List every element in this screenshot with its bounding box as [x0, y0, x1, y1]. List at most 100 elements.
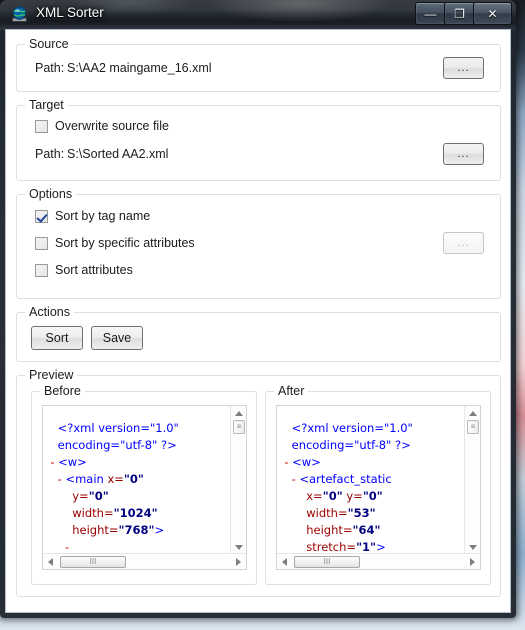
xml-token-tg: <w> — [292, 455, 321, 469]
source-browse-button[interactable]: ... — [443, 57, 484, 79]
xml-token-mn: - — [64, 540, 70, 554]
option-sort-by-tag-name-label: Sort by tag name — [55, 209, 151, 223]
xml-token-at: width= — [72, 506, 114, 520]
xml-line: height="64" — [277, 522, 480, 539]
xml-token-vl: "0" — [123, 472, 144, 486]
before-scroll-up-icon[interactable] — [235, 411, 243, 416]
before-horizontal-scroll-thumb[interactable]: III — [60, 556, 126, 568]
xml-token-tg: > — [154, 523, 165, 537]
target-path-label: Path: — [35, 147, 65, 161]
option-sort-by-specific-attributes-row[interactable]: Sort by specific attributes — [35, 236, 195, 250]
source-legend: Source — [25, 37, 73, 51]
preview-group: Preview Before <?xml version="1.0" encod… — [16, 368, 501, 597]
sort-button[interactable]: Sort — [31, 326, 83, 350]
target-browse-button[interactable]: ... — [443, 143, 484, 165]
xml-line: width="1024" — [43, 505, 246, 522]
source-group: Source Path: S:\AA2 maingame_16.xml ... — [16, 37, 501, 92]
after-xml-text: <?xml version="1.0" encoding="utf-8" ?> … — [277, 406, 480, 569]
before-vertical-scroll-thumb[interactable]: ≡ — [233, 420, 245, 434]
after-xml-pane[interactable]: <?xml version="1.0" encoding="utf-8" ?> … — [276, 405, 481, 570]
xml-line: height="768"> — [43, 522, 246, 539]
xml-token-tg: encoding="utf-8" ?> — [291, 438, 411, 452]
xml-token-sp — [43, 540, 65, 554]
xml-token-vl: "0" — [88, 489, 109, 503]
xml-token-sp — [277, 540, 306, 554]
app-window: XML Sorter — ❐ ✕ Source Path: S:\AA2 mai… — [0, 0, 516, 618]
options-legend: Options — [25, 187, 77, 201]
minimize-button[interactable]: — — [415, 2, 446, 25]
xml-token-sp — [43, 489, 72, 503]
xml-token-tg: <w> — [58, 455, 87, 469]
xml-token-at: y= — [72, 489, 89, 503]
target-group: Target Overwrite source file Path: S:\So… — [16, 98, 501, 181]
xml-line: x="0" y="0" — [277, 488, 480, 505]
xml-token-vl: "768" — [118, 523, 155, 537]
overwrite-source-checkbox[interactable] — [35, 119, 48, 133]
xml-token-vl: "53" — [347, 506, 376, 520]
xml-token-vl: "64" — [352, 523, 381, 537]
target-path-value: S:\Sorted AA2.xml — [67, 147, 169, 161]
maximize-button[interactable]: ❐ — [444, 2, 475, 25]
close-icon: ✕ — [487, 6, 498, 21]
actions-legend: Actions — [25, 305, 74, 319]
xml-line: - <w> — [277, 454, 480, 471]
before-scroll-down-icon[interactable] — [235, 545, 243, 550]
xml-token-vl: "1" — [356, 540, 377, 554]
xml-token-tg: <?xml version="1.0" — [57, 421, 179, 435]
window-title: XML Sorter — [36, 5, 104, 20]
before-hscroll-grip-icon: III — [89, 557, 97, 566]
xml-token-sp — [43, 472, 58, 486]
after-scroll-up-icon[interactable] — [469, 411, 477, 416]
globe-icon — [12, 6, 27, 22]
xml-token-sp — [43, 421, 58, 435]
before-horizontal-scrollbar[interactable]: III — [43, 553, 246, 569]
after-vertical-scroll-thumb[interactable]: ≡ — [467, 420, 479, 434]
xml-token-at: height= — [72, 523, 119, 537]
preview-after-group: After <?xml version="1.0" encoding="utf-… — [265, 384, 491, 585]
before-xml-pane[interactable]: <?xml version="1.0" encoding="utf-8" ?> … — [42, 405, 247, 570]
option-sort-attributes-checkbox[interactable] — [35, 263, 48, 277]
xml-token-sp — [43, 506, 72, 520]
close-button[interactable]: ✕ — [473, 2, 512, 25]
xml-line: y="0" — [43, 488, 246, 505]
options-group: Options Sort by tag name Sort by specifi… — [16, 187, 501, 299]
client-area: Source Path: S:\AA2 maingame_16.xml ... … — [5, 29, 511, 613]
xml-token-at: y= — [346, 489, 363, 503]
after-scroll-down-icon[interactable] — [469, 545, 477, 550]
xml-token-at: width= — [306, 506, 348, 520]
option-sort-by-tag-name-row[interactable]: Sort by tag name — [35, 209, 150, 223]
preview-before-legend: Before — [40, 384, 85, 398]
option-sort-by-specific-attributes-checkbox[interactable] — [35, 236, 48, 250]
after-vertical-scrollbar[interactable]: ≡ — [464, 406, 480, 555]
before-scroll-right-icon[interactable] — [236, 558, 241, 566]
overwrite-source-checkbox-row[interactable]: Overwrite source file — [35, 119, 169, 133]
xml-token-at: height= — [306, 523, 353, 537]
xml-token-at: x= — [306, 489, 323, 503]
xml-token-tg: encoding="utf-8" ?> — [57, 438, 177, 452]
xml-token-tg: <?xml version="1.0" — [291, 421, 413, 435]
xml-token-tg: > — [376, 540, 386, 554]
before-scroll-left-icon[interactable] — [48, 558, 53, 566]
xml-token-tg: <artefact_static — [299, 472, 392, 486]
after-horizontal-scrollbar[interactable]: III — [277, 553, 480, 569]
option-sort-by-tag-name-checkbox[interactable] — [35, 209, 48, 223]
before-vertical-scrollbar[interactable]: ≡ — [230, 406, 246, 555]
xml-token-sp — [43, 523, 72, 537]
xml-token-sp — [277, 489, 306, 503]
after-scroll-left-icon[interactable] — [282, 558, 287, 566]
option-sort-attributes-label: Sort attributes — [55, 263, 133, 277]
title-bar[interactable]: XML Sorter — ❐ ✕ — [0, 0, 516, 31]
xml-line: width="53" — [277, 505, 480, 522]
after-scroll-right-icon[interactable] — [470, 558, 475, 566]
xml-line: <?xml version="1.0" — [43, 420, 246, 437]
preview-legend: Preview — [25, 368, 78, 382]
option-sort-attributes-row[interactable]: Sort attributes — [35, 263, 133, 277]
save-button[interactable]: Save — [91, 326, 143, 350]
xml-line: - <w> — [43, 454, 246, 471]
after-horizontal-scroll-thumb[interactable]: III — [294, 556, 360, 568]
preview-after-legend: After — [274, 384, 309, 398]
xml-token-vl: "0" — [322, 489, 343, 503]
options-attributes-browse-button[interactable]: ... — [443, 232, 484, 254]
overwrite-source-label: Overwrite source file — [55, 119, 169, 133]
xml-line: encoding="utf-8" ?> — [277, 437, 480, 454]
